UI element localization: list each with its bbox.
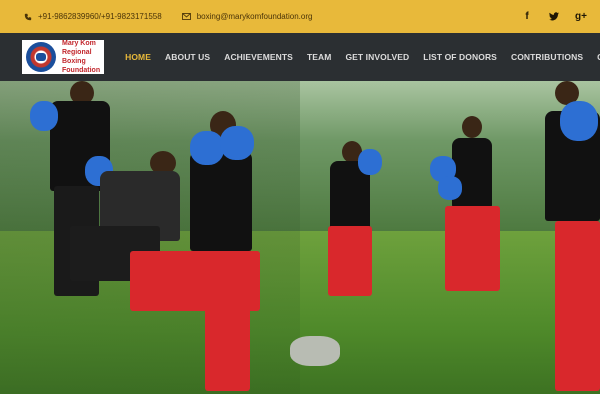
- twitter-icon[interactable]: [545, 8, 563, 26]
- hero-image: [0, 81, 600, 394]
- logo-text: Mary Kom Regional Boxing Foundation: [62, 40, 101, 74]
- email-contact[interactable]: boxing@marykomfoundation.org: [181, 12, 313, 21]
- site-header: Mary Kom Regional Boxing Foundation HOME…: [0, 33, 600, 81]
- phone-contact[interactable]: +91-9862839960/+91-9823171558: [24, 12, 162, 21]
- nav-item-team[interactable]: TEAM: [307, 52, 331, 62]
- site-logo[interactable]: Mary Kom Regional Boxing Foundation: [22, 40, 105, 74]
- phone-icon: [24, 13, 32, 20]
- top-contact-bar: +91-9862839960/+91-9823171558 boxing@mar…: [0, 0, 600, 33]
- nav-item-contributions[interactable]: CONTRIBUTIONS: [511, 52, 583, 62]
- main-navigation: HOME ABOUT US ACHIEVEMENTS TEAM GET INVO…: [125, 52, 600, 62]
- nav-item-home[interactable]: HOME: [125, 52, 151, 62]
- boxing-glove-emblem-icon: [26, 42, 56, 72]
- nav-item-achievements[interactable]: ACHIEVEMENTS: [224, 52, 293, 62]
- social-links: f g+: [509, 8, 590, 26]
- google-plus-icon[interactable]: g+: [572, 8, 590, 26]
- envelope-icon: [181, 13, 191, 20]
- nav-item-get-involved[interactable]: GET INVOLVED: [345, 52, 409, 62]
- boxer-figure: [430, 116, 510, 301]
- rock: [290, 336, 340, 366]
- facebook-icon[interactable]: f: [518, 8, 536, 26]
- boxer-figure: [110, 111, 260, 394]
- boxer-figure: [320, 141, 410, 301]
- phone-number: +91-9862839960/+91-9823171558: [38, 12, 162, 21]
- nav-item-list-of-donors[interactable]: LIST OF DONORS: [423, 52, 497, 62]
- nav-item-about-us[interactable]: ABOUT US: [165, 52, 210, 62]
- boxer-figure: [535, 81, 600, 394]
- email-address: boxing@marykomfoundation.org: [196, 12, 313, 21]
- page-bottom-edge: [0, 394, 600, 400]
